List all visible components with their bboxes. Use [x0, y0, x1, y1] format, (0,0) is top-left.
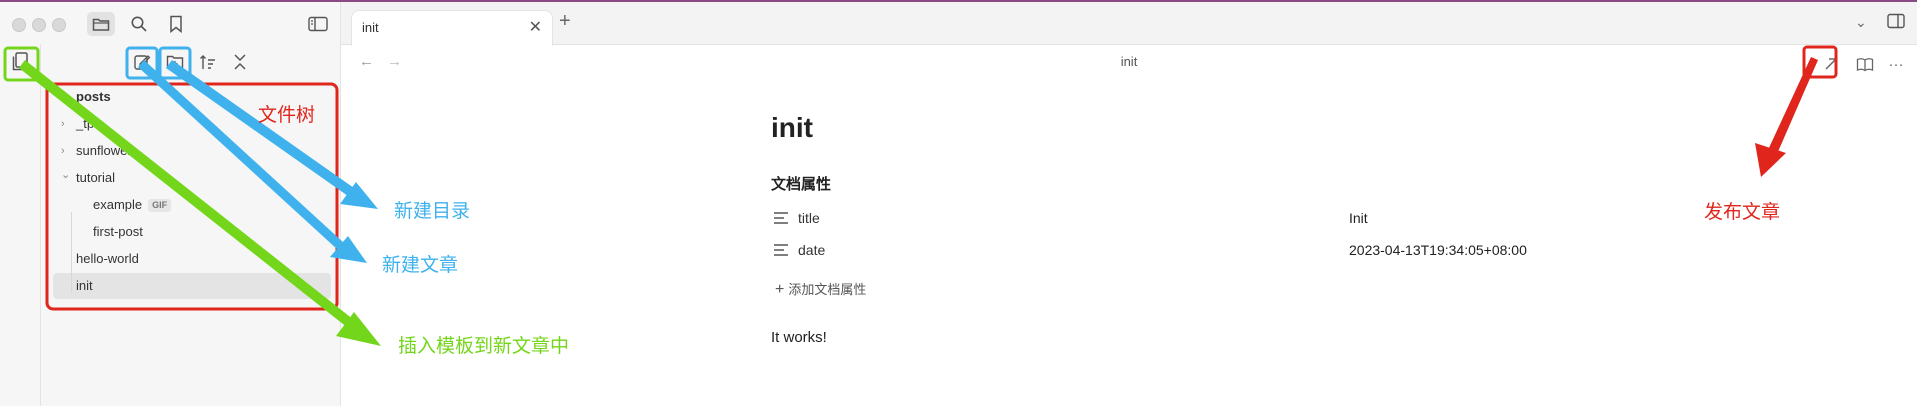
- new-folder-icon: [166, 55, 184, 69]
- search-icon: [131, 16, 147, 32]
- tree-file-example[interactable]: example GIF: [53, 192, 331, 218]
- template-icon: [12, 52, 28, 71]
- publish-button[interactable]: [1819, 52, 1843, 76]
- property-value[interactable]: 2023-04-13T19:34:05+08:00: [1349, 242, 1527, 258]
- tab-title: init: [362, 20, 379, 35]
- collapse-icon: [234, 54, 246, 70]
- close-icon[interactable]: ✕: [529, 17, 542, 37]
- right-sidebar-icon: [1887, 13, 1905, 29]
- new-folder-button[interactable]: [163, 50, 187, 74]
- text-property-icon: [774, 244, 788, 256]
- annotation-new-note: 新建文章: [382, 255, 459, 276]
- collapse-all-button[interactable]: [228, 50, 252, 74]
- property-value[interactable]: Init: [1349, 210, 1368, 226]
- more-icon: ···: [1888, 55, 1904, 73]
- insert-template-button[interactable]: [10, 50, 32, 74]
- chevron-right-icon: ›: [61, 118, 65, 130]
- add-property-label: 添加文档属性: [788, 282, 867, 297]
- new-note-icon: [134, 55, 151, 70]
- publish-icon: [1825, 58, 1837, 70]
- left-ribbon: [0, 44, 41, 406]
- more-options-button[interactable]: ···: [1884, 52, 1908, 76]
- document-body[interactable]: It works!: [771, 329, 827, 346]
- reading-view-button[interactable]: [1853, 52, 1877, 76]
- tree-item-label: example: [93, 197, 143, 212]
- view-header-title: init: [1120, 54, 1138, 69]
- tree-folder-tutorial[interactable]: ⌄ tutorial: [53, 165, 331, 191]
- tree-item-label: hello-world: [76, 251, 139, 266]
- window-minimize-button[interactable]: [32, 18, 46, 32]
- tree-file-first-post[interactable]: first-post: [53, 219, 331, 245]
- tree-item-label: sunflower: [76, 143, 132, 158]
- right-sidebar-toggle[interactable]: [1887, 13, 1905, 32]
- plus-icon: +: [775, 281, 785, 298]
- search-button[interactable]: [125, 12, 153, 36]
- plus-icon[interactable]: +: [559, 10, 571, 33]
- tree-file-init[interactable]: init: [53, 273, 331, 299]
- tree-folder-sunflower[interactable]: › sunflower: [53, 138, 331, 164]
- sidebar-toggle-icon: [308, 16, 328, 32]
- annotation-publish: 发布文章: [1704, 202, 1781, 223]
- file-type-badge: GIF: [148, 199, 172, 212]
- chevron-down-icon: ⌄: [61, 169, 71, 181]
- editor-pane: ← → init ··· init 文档属性 title Init date 2…: [341, 44, 1917, 406]
- tree-item-label: tutorial: [76, 170, 116, 185]
- sort-order-button[interactable]: [196, 50, 220, 74]
- annotation-insert-template: 插入模板到新文章中: [398, 336, 570, 357]
- tree-indent-guide: [71, 212, 72, 292]
- annotation-file-tree: 文件树: [258, 105, 316, 126]
- sidebar-header: [0, 2, 341, 44]
- left-sidebar-toggle[interactable]: [304, 12, 332, 36]
- annotation-new-folder: 新建目录: [394, 201, 471, 222]
- add-property-button[interactable]: + 添加文档属性: [775, 279, 866, 299]
- new-note-button[interactable]: [130, 50, 154, 74]
- window-close-button[interactable]: [12, 18, 26, 32]
- tree-item-label: init: [76, 278, 93, 293]
- files-view-button[interactable]: [87, 12, 115, 36]
- properties-heading: 文档属性: [771, 176, 832, 193]
- bookmark-icon: [170, 15, 182, 33]
- folder-icon: [92, 18, 110, 31]
- tab-init[interactable]: init ✕: [351, 10, 553, 46]
- reading-view-icon: [1856, 57, 1874, 71]
- property-key: title: [798, 210, 820, 226]
- tab-bar: init ✕ + ⌄: [341, 2, 1917, 46]
- chevron-down-icon[interactable]: ⌄: [1855, 14, 1867, 31]
- tree-file-hello-world[interactable]: hello-world: [53, 246, 331, 272]
- file-explorer: posts › _tpl › sunflower ⌄ tutorial exam…: [41, 44, 341, 406]
- chevron-right-icon: ›: [61, 145, 65, 157]
- sort-icon: [200, 55, 215, 69]
- document-title: init: [771, 112, 813, 143]
- text-property-icon: [774, 212, 788, 224]
- bookmarks-button[interactable]: [162, 12, 190, 36]
- tree-item-label: first-post: [93, 224, 143, 239]
- property-key: date: [798, 242, 826, 258]
- tree-item-label: posts: [76, 89, 111, 104]
- window-zoom-button[interactable]: [52, 18, 66, 32]
- tree-item-label: _tpl: [76, 116, 97, 131]
